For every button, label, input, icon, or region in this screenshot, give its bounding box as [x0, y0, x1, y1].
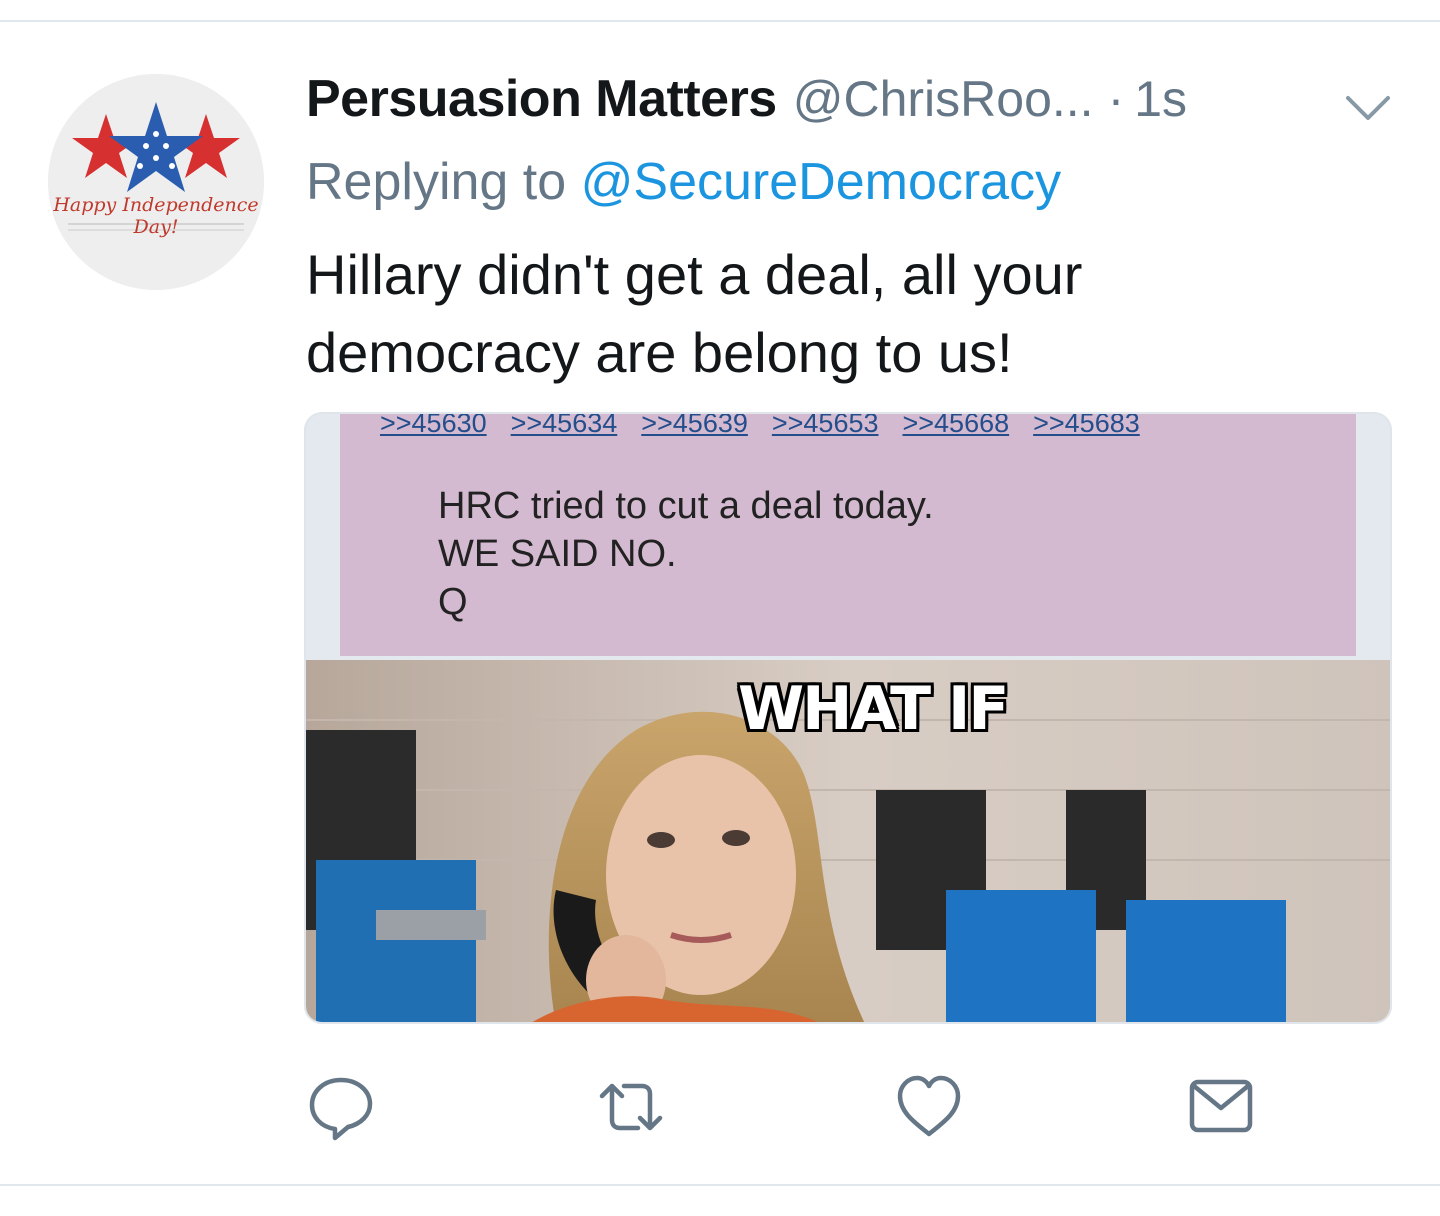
header-separator: · — [1107, 71, 1125, 127]
post-body: HRC tried to cut a deal today. WE SAID N… — [438, 482, 934, 626]
post-line: Q — [438, 581, 468, 623]
chevron-down-icon[interactable] — [1340, 86, 1396, 126]
post-ref-link: >>45630 — [380, 412, 487, 438]
meme-caption: WHAT IF — [738, 674, 1009, 744]
post-line: WE SAID NO. — [438, 533, 677, 575]
replying-to: Replying to @SecureDemocracy — [306, 152, 1061, 212]
meme-image: WHAT IF — [306, 660, 1390, 1022]
post-ref-link: >>45639 — [641, 412, 748, 438]
tweet-actions — [306, 1072, 1306, 1142]
reply-mention-link[interactable]: @SecureDemocracy — [581, 153, 1062, 211]
tweet-text-line: Hillary didn't get a deal, all your — [306, 243, 1083, 306]
envelope-icon[interactable] — [1186, 1072, 1256, 1142]
display-name[interactable]: Persuasion Matters — [306, 69, 777, 129]
stars-logo-icon — [48, 74, 264, 290]
avatar[interactable]: Happy Independence Day! — [48, 74, 264, 290]
tweet-header: Persuasion Matters @ChrisRoo... · 1s — [306, 64, 1187, 134]
user-handle[interactable]: @ChrisRoo... — [793, 70, 1094, 128]
avatar-caption: Happy Independence Day! — [53, 194, 259, 238]
post-ref-link: >>45668 — [902, 412, 1010, 438]
post-line: HRC tried to cut a deal today. — [438, 485, 934, 527]
post-ref-link: >>45634 — [510, 412, 618, 438]
reply-icon[interactable] — [306, 1072, 376, 1142]
heart-icon[interactable] — [894, 1072, 964, 1142]
timestamp[interactable]: 1s — [1134, 70, 1187, 128]
tweet-text-line: democracy are belong to us! — [306, 321, 1013, 384]
post-ref-link: >>45653 — [771, 412, 879, 438]
tweet-media[interactable]: >>45630 >>45634 >>45639 >>45653 >>45668 … — [304, 412, 1392, 1024]
post-ref-link: >>45683 — [1033, 412, 1140, 438]
bottom-divider — [0, 1184, 1440, 1186]
retweet-icon[interactable] — [596, 1072, 666, 1142]
chan-post-panel: >>45630 >>45634 >>45639 >>45653 >>45668 … — [340, 414, 1356, 656]
top-divider — [0, 20, 1440, 22]
post-references: >>45630 >>45634 >>45639 >>45653 >>45668 … — [380, 412, 1140, 439]
reply-prefix: Replying to — [306, 153, 567, 211]
tweet-text: Hillary didn't get a deal, all your demo… — [306, 236, 1386, 392]
